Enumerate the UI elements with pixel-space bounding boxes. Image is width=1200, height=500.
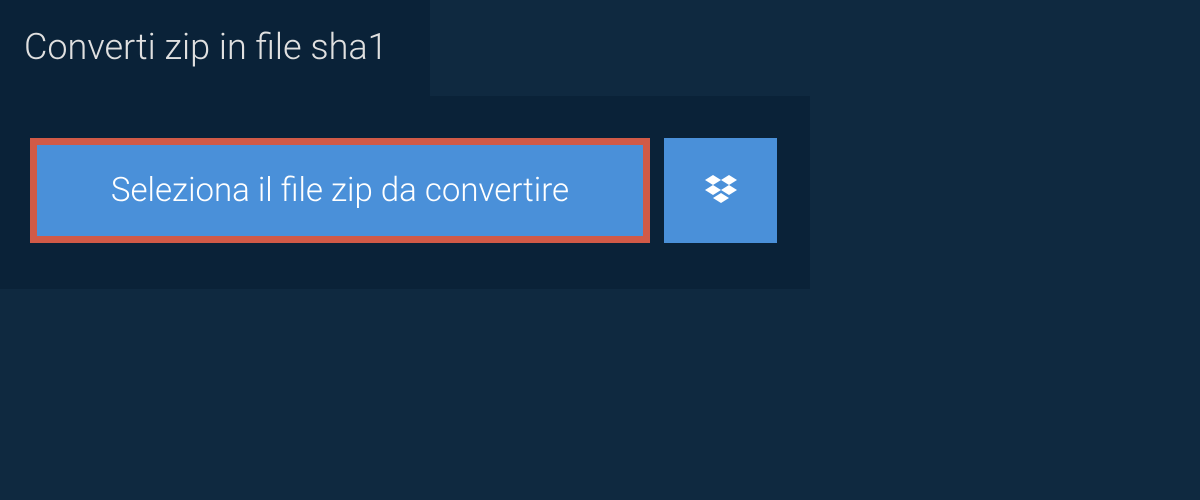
tab-title: Converti zip in file sha1 (24, 26, 388, 68)
tab-convert-zip-sha1[interactable]: Converti zip in file sha1 (0, 0, 430, 96)
dropbox-button[interactable] (664, 138, 777, 243)
select-file-label: Seleziona il file zip da convertire (111, 171, 569, 210)
button-row: Seleziona il file zip da convertire (30, 138, 780, 243)
select-file-button[interactable]: Seleziona il file zip da convertire (30, 138, 650, 243)
dropbox-icon (701, 171, 741, 211)
tab-bar: Converti zip in file sha1 (0, 0, 1200, 96)
conversion-panel: Seleziona il file zip da convertire (0, 96, 810, 289)
